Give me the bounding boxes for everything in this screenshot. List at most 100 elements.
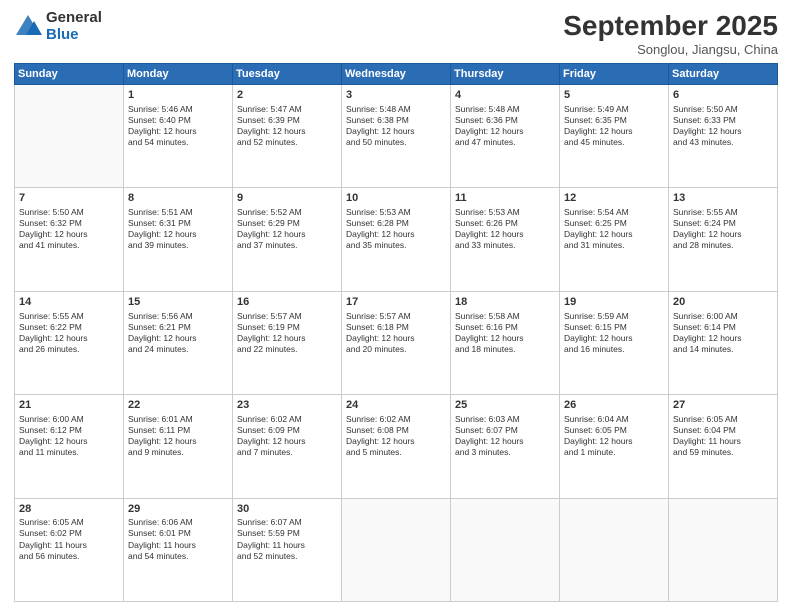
cell-info: Sunrise: 5:53 AM Sunset: 6:26 PM Dayligh… xyxy=(455,207,555,251)
day-number: 17 xyxy=(346,295,446,310)
day-number: 2 xyxy=(237,88,337,103)
cell-info: Sunrise: 5:53 AM Sunset: 6:28 PM Dayligh… xyxy=(346,207,446,251)
header-row: SundayMondayTuesdayWednesdayThursdayFrid… xyxy=(15,64,778,85)
calendar-cell: 19Sunrise: 5:59 AM Sunset: 6:15 PM Dayli… xyxy=(560,291,669,394)
day-number: 9 xyxy=(237,191,337,206)
calendar-cell: 2Sunrise: 5:47 AM Sunset: 6:39 PM Daylig… xyxy=(233,85,342,188)
day-number: 1 xyxy=(128,88,228,103)
day-number: 11 xyxy=(455,191,555,206)
day-number: 15 xyxy=(128,295,228,310)
calendar-week-3: 14Sunrise: 5:55 AM Sunset: 6:22 PM Dayli… xyxy=(15,291,778,394)
cell-info: Sunrise: 5:57 AM Sunset: 6:19 PM Dayligh… xyxy=(237,311,337,355)
day-number: 23 xyxy=(237,398,337,413)
day-number: 16 xyxy=(237,295,337,310)
calendar-cell: 29Sunrise: 6:06 AM Sunset: 6:01 PM Dayli… xyxy=(124,498,233,601)
logo-icon xyxy=(14,13,42,41)
calendar-cell: 1Sunrise: 5:46 AM Sunset: 6:40 PM Daylig… xyxy=(124,85,233,188)
cell-info: Sunrise: 5:51 AM Sunset: 6:31 PM Dayligh… xyxy=(128,207,228,251)
cell-info: Sunrise: 5:55 AM Sunset: 6:24 PM Dayligh… xyxy=(673,207,773,251)
cell-info: Sunrise: 5:57 AM Sunset: 6:18 PM Dayligh… xyxy=(346,311,446,355)
calendar-cell: 28Sunrise: 6:05 AM Sunset: 6:02 PM Dayli… xyxy=(15,498,124,601)
title-area: September 2025 Songlou, Jiangsu, China xyxy=(563,10,778,57)
day-number: 13 xyxy=(673,191,773,206)
day-number: 10 xyxy=(346,191,446,206)
day-number: 8 xyxy=(128,191,228,206)
cell-info: Sunrise: 5:48 AM Sunset: 6:38 PM Dayligh… xyxy=(346,104,446,148)
day-number: 26 xyxy=(564,398,664,413)
day-number: 25 xyxy=(455,398,555,413)
calendar-week-2: 7Sunrise: 5:50 AM Sunset: 6:32 PM Daylig… xyxy=(15,188,778,291)
calendar-cell: 25Sunrise: 6:03 AM Sunset: 6:07 PM Dayli… xyxy=(451,395,560,498)
calendar-cell: 13Sunrise: 5:55 AM Sunset: 6:24 PM Dayli… xyxy=(669,188,778,291)
calendar-week-4: 21Sunrise: 6:00 AM Sunset: 6:12 PM Dayli… xyxy=(15,395,778,498)
cell-info: Sunrise: 6:06 AM Sunset: 6:01 PM Dayligh… xyxy=(128,517,228,561)
day-number: 28 xyxy=(19,502,119,517)
cell-info: Sunrise: 6:02 AM Sunset: 6:09 PM Dayligh… xyxy=(237,414,337,458)
cell-info: Sunrise: 5:54 AM Sunset: 6:25 PM Dayligh… xyxy=(564,207,664,251)
cell-info: Sunrise: 5:50 AM Sunset: 6:33 PM Dayligh… xyxy=(673,104,773,148)
calendar-week-1: 1Sunrise: 5:46 AM Sunset: 6:40 PM Daylig… xyxy=(15,85,778,188)
cell-info: Sunrise: 6:04 AM Sunset: 6:05 PM Dayligh… xyxy=(564,414,664,458)
calendar-cell: 22Sunrise: 6:01 AM Sunset: 6:11 PM Dayli… xyxy=(124,395,233,498)
day-header-sunday: Sunday xyxy=(15,64,124,85)
day-number: 4 xyxy=(455,88,555,103)
calendar-cell: 5Sunrise: 5:49 AM Sunset: 6:35 PM Daylig… xyxy=(560,85,669,188)
cell-info: Sunrise: 6:00 AM Sunset: 6:14 PM Dayligh… xyxy=(673,311,773,355)
calendar-cell: 12Sunrise: 5:54 AM Sunset: 6:25 PM Dayli… xyxy=(560,188,669,291)
cell-info: Sunrise: 6:02 AM Sunset: 6:08 PM Dayligh… xyxy=(346,414,446,458)
calendar-cell: 11Sunrise: 5:53 AM Sunset: 6:26 PM Dayli… xyxy=(451,188,560,291)
cell-info: Sunrise: 5:56 AM Sunset: 6:21 PM Dayligh… xyxy=(128,311,228,355)
cell-info: Sunrise: 5:50 AM Sunset: 6:32 PM Dayligh… xyxy=(19,207,119,251)
day-number: 3 xyxy=(346,88,446,103)
calendar-cell xyxy=(451,498,560,601)
calendar-cell: 8Sunrise: 5:51 AM Sunset: 6:31 PM Daylig… xyxy=(124,188,233,291)
cell-info: Sunrise: 6:01 AM Sunset: 6:11 PM Dayligh… xyxy=(128,414,228,458)
day-number: 27 xyxy=(673,398,773,413)
cell-info: Sunrise: 5:58 AM Sunset: 6:16 PM Dayligh… xyxy=(455,311,555,355)
day-number: 12 xyxy=(564,191,664,206)
cell-info: Sunrise: 5:47 AM Sunset: 6:39 PM Dayligh… xyxy=(237,104,337,148)
calendar-cell: 30Sunrise: 6:07 AM Sunset: 5:59 PM Dayli… xyxy=(233,498,342,601)
header: General Blue September 2025 Songlou, Jia… xyxy=(14,10,778,57)
day-header-tuesday: Tuesday xyxy=(233,64,342,85)
calendar-cell: 16Sunrise: 5:57 AM Sunset: 6:19 PM Dayli… xyxy=(233,291,342,394)
calendar-cell: 14Sunrise: 5:55 AM Sunset: 6:22 PM Dayli… xyxy=(15,291,124,394)
calendar-cell: 9Sunrise: 5:52 AM Sunset: 6:29 PM Daylig… xyxy=(233,188,342,291)
day-number: 18 xyxy=(455,295,555,310)
calendar-cell: 27Sunrise: 6:05 AM Sunset: 6:04 PM Dayli… xyxy=(669,395,778,498)
day-number: 30 xyxy=(237,502,337,517)
cell-info: Sunrise: 5:46 AM Sunset: 6:40 PM Dayligh… xyxy=(128,104,228,148)
logo-general: General xyxy=(46,10,102,27)
cell-info: Sunrise: 5:49 AM Sunset: 6:35 PM Dayligh… xyxy=(564,104,664,148)
calendar-cell: 7Sunrise: 5:50 AM Sunset: 6:32 PM Daylig… xyxy=(15,188,124,291)
calendar-cell xyxy=(342,498,451,601)
day-number: 19 xyxy=(564,295,664,310)
calendar-cell: 4Sunrise: 5:48 AM Sunset: 6:36 PM Daylig… xyxy=(451,85,560,188)
calendar-cell: 23Sunrise: 6:02 AM Sunset: 6:09 PM Dayli… xyxy=(233,395,342,498)
calendar-cell: 10Sunrise: 5:53 AM Sunset: 6:28 PM Dayli… xyxy=(342,188,451,291)
cell-info: Sunrise: 6:00 AM Sunset: 6:12 PM Dayligh… xyxy=(19,414,119,458)
day-header-monday: Monday xyxy=(124,64,233,85)
month-title: September 2025 xyxy=(563,10,778,42)
logo-blue: Blue xyxy=(46,27,102,44)
day-number: 7 xyxy=(19,191,119,206)
day-header-wednesday: Wednesday xyxy=(342,64,451,85)
calendar-table: SundayMondayTuesdayWednesdayThursdayFrid… xyxy=(14,63,778,602)
calendar-cell: 26Sunrise: 6:04 AM Sunset: 6:05 PM Dayli… xyxy=(560,395,669,498)
cell-info: Sunrise: 6:05 AM Sunset: 6:02 PM Dayligh… xyxy=(19,517,119,561)
day-number: 22 xyxy=(128,398,228,413)
calendar-cell: 18Sunrise: 5:58 AM Sunset: 6:16 PM Dayli… xyxy=(451,291,560,394)
day-number: 24 xyxy=(346,398,446,413)
day-number: 6 xyxy=(673,88,773,103)
calendar-cell xyxy=(15,85,124,188)
cell-info: Sunrise: 5:55 AM Sunset: 6:22 PM Dayligh… xyxy=(19,311,119,355)
day-number: 5 xyxy=(564,88,664,103)
day-header-thursday: Thursday xyxy=(451,64,560,85)
calendar-cell: 15Sunrise: 5:56 AM Sunset: 6:21 PM Dayli… xyxy=(124,291,233,394)
page: General Blue September 2025 Songlou, Jia… xyxy=(0,0,792,612)
calendar-week-5: 28Sunrise: 6:05 AM Sunset: 6:02 PM Dayli… xyxy=(15,498,778,601)
calendar-cell: 17Sunrise: 5:57 AM Sunset: 6:18 PM Dayli… xyxy=(342,291,451,394)
cell-info: Sunrise: 6:05 AM Sunset: 6:04 PM Dayligh… xyxy=(673,414,773,458)
cell-info: Sunrise: 5:48 AM Sunset: 6:36 PM Dayligh… xyxy=(455,104,555,148)
calendar-cell: 3Sunrise: 5:48 AM Sunset: 6:38 PM Daylig… xyxy=(342,85,451,188)
